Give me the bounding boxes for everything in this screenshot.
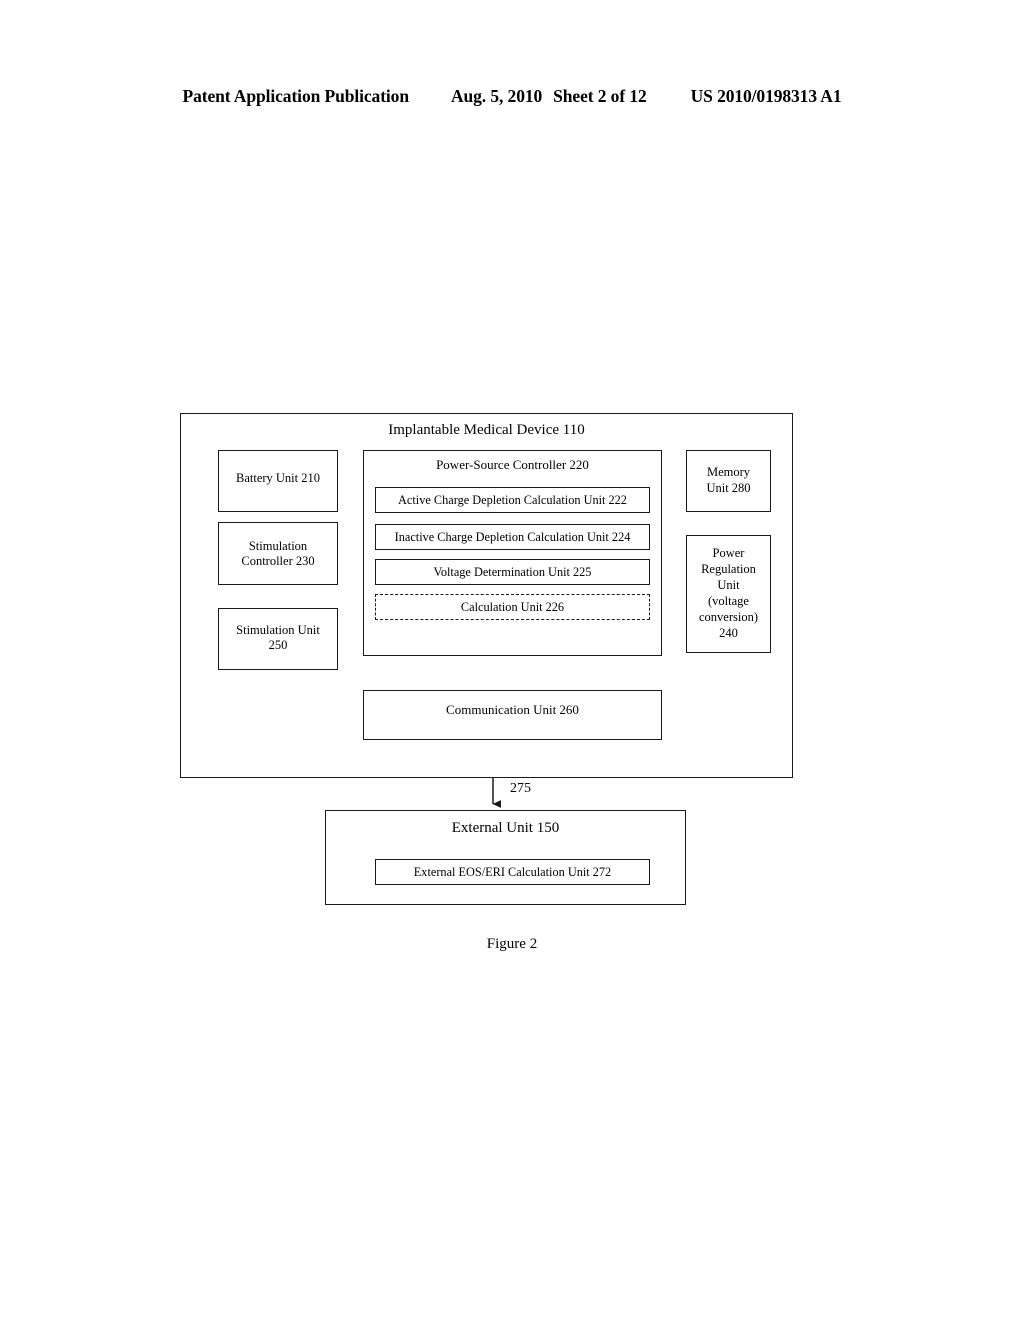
stimulation-controller-label-line1: Stimulation <box>248 539 308 553</box>
power-regulation-label-line4: (voltage <box>708 594 749 608</box>
stimulation-unit-box: Stimulation Unit 250 <box>218 608 338 670</box>
figure-2-diagram: Implantable Medical Device 110 Battery U… <box>0 0 1024 1320</box>
memory-unit-label-line1: Memory <box>706 465 751 479</box>
implantable-medical-device-title: Implantable Medical Device 110 <box>388 422 585 438</box>
battery-unit-box: Battery Unit 210 <box>218 450 338 512</box>
stimulation-controller-box: Stimulation Controller 230 <box>218 522 338 585</box>
external-eos-eri-calculation-unit-box: External EOS/ERI Calculation Unit 272 <box>375 859 650 885</box>
memory-unit-label-line2: Unit 280 <box>706 481 751 495</box>
active-charge-depletion-calculation-unit-box: Active Charge Depletion Calculation Unit… <box>375 487 650 513</box>
power-source-controller-box <box>363 450 662 656</box>
stimulation-controller-label-line2: Controller 230 <box>241 554 315 568</box>
memory-unit-box: Memory Unit 280 <box>686 450 771 512</box>
voltage-determination-unit-box: Voltage Determination Unit 225 <box>375 559 650 585</box>
power-source-controller-title: Power-Source Controller 220 <box>436 457 589 472</box>
external-unit-title: External Unit 150 <box>451 820 560 836</box>
connector-275-label: 275 <box>510 781 531 796</box>
stimulation-unit-label-line2: 250 <box>268 638 288 652</box>
power-regulation-label-line2: Regulation <box>701 562 756 576</box>
power-regulation-label-line6: 240 <box>719 626 738 640</box>
power-regulation-label-line1: Power <box>712 546 745 560</box>
figure-caption: Figure 2 <box>486 936 538 952</box>
power-regulation-unit-box: Power Regulation Unit (voltage conversio… <box>686 535 771 653</box>
inactive-charge-depletion-calculation-unit-box: Inactive Charge Depletion Calculation Un… <box>375 524 650 550</box>
stimulation-unit-label-line1: Stimulation Unit <box>236 623 320 637</box>
calculation-unit-box: Calculation Unit 226 <box>375 594 650 620</box>
power-regulation-label-line5: conversion) <box>698 610 758 624</box>
power-regulation-label-line3: Unit <box>717 578 740 592</box>
battery-unit-label: Battery Unit 210 <box>235 471 320 485</box>
communication-unit-label: Communication Unit 260 <box>446 702 579 717</box>
